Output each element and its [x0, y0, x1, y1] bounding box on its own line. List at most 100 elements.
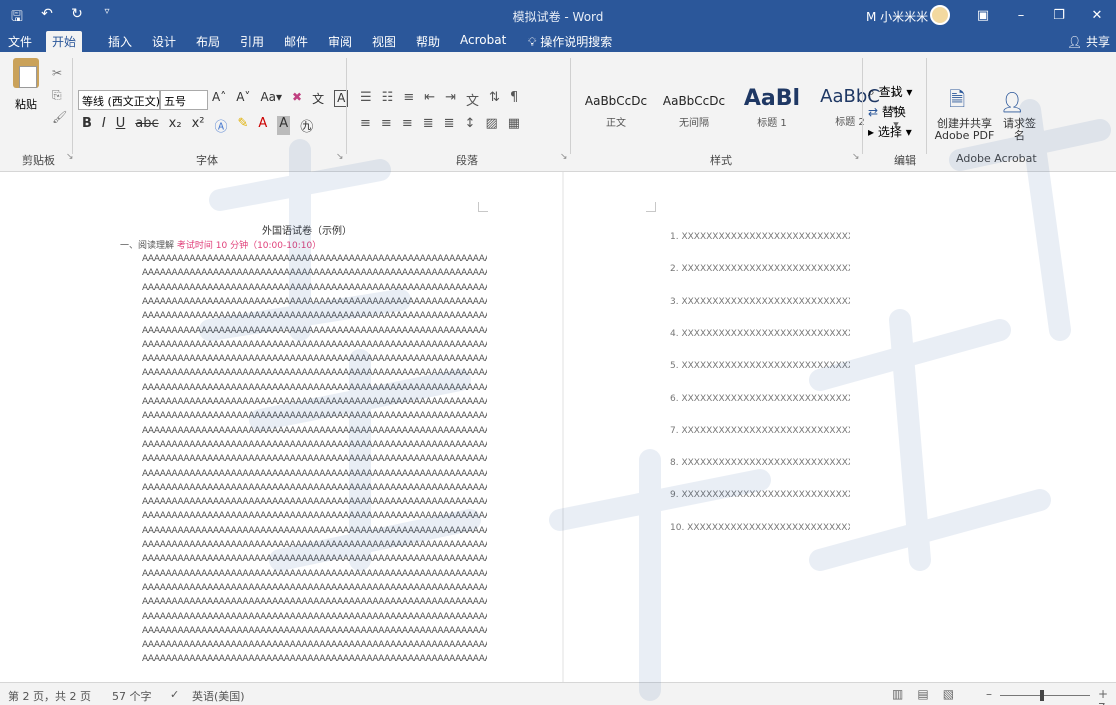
share-button[interactable]: 👤︎ 共享	[1067, 33, 1110, 50]
strikethrough-icon[interactable]: abc	[135, 116, 158, 135]
replace-icon: ⇄	[868, 105, 879, 119]
styles-launcher-icon[interactable]: ↘	[852, 152, 860, 162]
group-label-font: 字体	[196, 154, 218, 167]
shrink-font-icon[interactable]: A˅	[236, 90, 250, 107]
numbering-icon[interactable]: ☷	[382, 90, 394, 109]
passage-line: AAAAAAAAAAAAAAAAAAAAAAAAAAAAAAAAAAAAAAAA…	[142, 439, 487, 450]
cut-icon[interactable]: ✂	[52, 62, 67, 84]
create-pdf-button[interactable]: 创建并共享 Adobe PDF	[935, 118, 995, 142]
enclose-characters-icon[interactable]: ㊈	[300, 116, 313, 135]
answer-line: 8. XXXXXXXXXXXXXXXXXXXXXXXXXXXXXXXX	[670, 458, 850, 469]
format-painter-icon[interactable]: 🖌︎	[52, 106, 67, 128]
tab-insert[interactable]: 插入	[108, 33, 132, 50]
font-launcher-icon[interactable]: ↘	[336, 152, 344, 162]
proofing-icon[interactable]: ✓	[170, 688, 179, 701]
tab-review[interactable]: 审阅	[328, 33, 352, 50]
superscript-icon[interactable]: x²	[192, 116, 205, 135]
font-name-select[interactable]: 等线 (西文正文)	[78, 90, 160, 110]
tab-view[interactable]: 视图	[372, 33, 396, 50]
bullets-icon[interactable]: ☰	[360, 90, 372, 109]
multilevel-list-icon[interactable]: ≡	[403, 90, 414, 109]
group-label-editing: 编辑	[894, 154, 916, 167]
paste-button[interactable]: 粘贴	[6, 58, 46, 112]
passage-line: AAAAAAAAAAAAAAAAAAAAAAAAAAAAAAAAAAAAAAAA…	[142, 482, 487, 493]
highlight-icon[interactable]: ✎	[237, 116, 248, 135]
clipboard-launcher-icon[interactable]: ↘	[66, 152, 74, 162]
restore-icon[interactable]: ❐	[1040, 0, 1078, 30]
page-count[interactable]: 第 2 页，共 2 页	[8, 688, 91, 704]
document-area[interactable]: 外国语试卷（示例） 一、阅读理解 考试时间 10 分钟（10:00-10:10）…	[0, 172, 1116, 682]
bold-icon[interactable]: B	[82, 116, 92, 135]
distributed-icon[interactable]: ≣	[444, 116, 455, 131]
request-signature-button[interactable]: 请求签名	[1000, 118, 1040, 142]
passage-line: AAAAAAAAAAAAAAAAAAAAAAAAAAAAAAAAAAAAAAAA…	[142, 497, 487, 508]
line-spacing-icon[interactable]: ↕	[465, 116, 476, 131]
language-indicator[interactable]: 英语(美国)	[192, 688, 245, 704]
answer-line: 1. XXXXXXXXXXXXXXXXXXXXXXXXXXXXXXXX	[670, 232, 850, 242]
web-layout-icon[interactable]: ▧	[943, 687, 954, 701]
tell-me-search[interactable]: 💡︎ 操作说明搜索	[528, 33, 612, 50]
editing-group: ⌕ 查找 ▾ ⇄ 替换 ▸ 选择 ▾	[868, 82, 912, 142]
passage-line: AAAAAAAAAAAAAAAAAAAAAAAAAAAAAAAAAAAAAAAA…	[142, 325, 487, 336]
print-layout-icon[interactable]: ▤	[917, 687, 928, 701]
request-signature-icon[interactable]: 👤︎	[999, 90, 1024, 114]
word-count[interactable]: 57 个字	[112, 688, 152, 704]
avatar[interactable]	[930, 5, 950, 25]
zoom-out-icon[interactable]: –	[986, 687, 992, 701]
create-pdf-icon[interactable]: 🗎︎	[949, 85, 965, 119]
user-name[interactable]: M 小米米米	[866, 8, 928, 25]
tab-references[interactable]: 引用	[240, 33, 264, 50]
clipboard-icon	[13, 58, 39, 88]
justify-icon[interactable]: ≣	[423, 116, 434, 131]
answer-line: 10. XXXXXXXXXXXXXXXXXXXXXXXXXXXXX	[670, 522, 850, 533]
chinese-layout-icon[interactable]: 文	[466, 90, 479, 109]
tab-design[interactable]: 设计	[152, 33, 176, 50]
align-left-icon[interactable]: ≡	[360, 116, 371, 131]
close-icon[interactable]: ✕	[1078, 0, 1116, 30]
font-size-select[interactable]: 五号	[160, 90, 208, 110]
align-right-icon[interactable]: ≡	[402, 116, 413, 131]
tab-acrobat[interactable]: Acrobat	[460, 33, 506, 47]
passage-line: AAAAAAAAAAAAAAAAAAAAAAAAAAAAAAAAAAAAAAAA…	[142, 254, 487, 264]
align-center-icon[interactable]: ≡	[381, 116, 392, 131]
tab-file[interactable]: 文件	[8, 33, 32, 50]
paragraph-launcher-icon[interactable]: ↘	[560, 152, 568, 162]
italic-icon[interactable]: I	[102, 116, 106, 135]
replace-button[interactable]: ⇄ 替换	[868, 102, 912, 122]
passage-line: AAAAAAAAAAAAAAAAAAAAAAAAAAAAAAAAAAAAAAAA…	[142, 382, 487, 393]
shading-icon[interactable]: ▨	[485, 116, 497, 131]
tab-home[interactable]: 开始	[46, 31, 83, 52]
minimize-icon[interactable]: –	[1002, 0, 1040, 30]
select-button[interactable]: ▸ 选择 ▾	[868, 122, 912, 142]
font-color-icon[interactable]: A	[258, 116, 267, 135]
tab-mailings[interactable]: 邮件	[284, 33, 308, 50]
tab-help[interactable]: 帮助	[416, 33, 440, 50]
tab-layout[interactable]: 布局	[196, 33, 220, 50]
underline-icon[interactable]: U	[116, 116, 126, 135]
show-marks-icon[interactable]: ¶	[510, 90, 518, 109]
phonetic-guide-icon[interactable]: 文	[312, 90, 324, 107]
find-button[interactable]: ⌕ 查找 ▾	[868, 82, 912, 102]
style-no-spacing[interactable]: AaBbCcDc 无间隔	[658, 86, 730, 136]
style-heading-1[interactable]: AaBl 标题 1	[736, 86, 808, 136]
change-case-icon[interactable]: Aa▾	[260, 90, 282, 107]
clear-formatting-icon[interactable]: ✖	[292, 90, 302, 107]
zoom-slider[interactable]: – + 7	[986, 687, 1116, 705]
ribbon-display-options-icon[interactable]: ▣	[964, 0, 1002, 30]
passage-line: AAAAAAAAAAAAAAAAAAAAAAAAAAAAAAAAAAAAAAAA…	[142, 425, 487, 436]
grow-font-icon[interactable]: A˄	[212, 90, 226, 107]
subscript-icon[interactable]: x₂	[169, 116, 182, 135]
style-normal[interactable]: AaBbCcDc 正文	[580, 86, 652, 136]
increase-indent-icon[interactable]: ⇥	[445, 90, 456, 109]
read-mode-icon[interactable]: ▥	[892, 687, 903, 701]
zoom-in-label[interactable]: + 7	[1098, 687, 1116, 705]
decrease-indent-icon[interactable]: ⇤	[424, 90, 435, 109]
answer-line: 9. XXXXXXXXXXXXXXXXXXXXXXXXXXXXXXXX	[670, 490, 850, 501]
zoom-thumb[interactable]	[1040, 690, 1044, 701]
text-effects-icon[interactable]: Ⓐ	[214, 116, 227, 135]
borders-icon[interactable]: ▦	[508, 116, 520, 131]
copy-icon[interactable]: ⎘	[52, 84, 67, 106]
passage-line: AAAAAAAAAAAAAAAAAAAAAAAAAAAAAAAAAAAAAAAA…	[142, 368, 487, 379]
character-shading-icon[interactable]: A	[277, 116, 291, 135]
sort-icon[interactable]: ⇅	[489, 90, 500, 109]
